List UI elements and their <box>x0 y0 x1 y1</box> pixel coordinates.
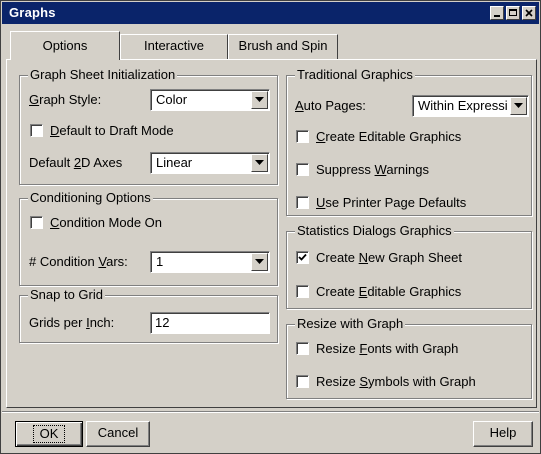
group-title: Resize with Graph <box>295 316 406 331</box>
trad-create-editable-label[interactable]: Create Editable Graphics <box>316 129 461 144</box>
condition-mode-label[interactable]: Condition Mode On <box>50 215 162 230</box>
window-title: Graphs <box>9 5 56 20</box>
tab-options-label: Options <box>42 38 88 53</box>
default-draft-checkbox[interactable] <box>30 124 43 137</box>
graph-style-value: Color <box>156 92 188 107</box>
resize-fonts-checkbox[interactable] <box>296 342 309 355</box>
minimize-icon <box>494 15 500 17</box>
grids-per-inch-label: Grids per Inch: <box>29 315 115 330</box>
close-icon <box>525 9 533 17</box>
printer-defaults-checkbox[interactable] <box>296 196 309 209</box>
group-title: Graph Sheet Initialization <box>28 67 178 82</box>
snap-to-grid-group: Snap to Grid Grids per Inch: 12 <box>19 287 278 343</box>
graphs-dialog: Graphs Options Interactive Brush and Spi… <box>0 0 541 454</box>
auto-pages-value: Within Expressi <box>418 98 508 113</box>
options-panel: Graph Sheet Initialization Graph Style: … <box>6 59 537 408</box>
tab-brush-and-spin[interactable]: Brush and Spin <box>228 34 338 59</box>
suppress-warnings-checkbox[interactable] <box>296 163 309 176</box>
new-graph-sheet-label[interactable]: Create New Graph Sheet <box>316 250 462 265</box>
stat-create-editable-checkbox[interactable] <box>296 285 309 298</box>
group-title: Traditional Graphics <box>295 67 415 82</box>
dropdown-button[interactable] <box>251 91 268 109</box>
printer-defaults-label[interactable]: Use Printer Page Defaults <box>316 195 466 210</box>
cancel-button[interactable]: Cancel <box>86 421 150 447</box>
traditional-graphics-group: Traditional Graphics Auto Pages: Within … <box>286 67 532 216</box>
help-button[interactable]: Help <box>473 421 533 447</box>
help-label: Help <box>489 425 517 440</box>
tab-brush-label: Brush and Spin <box>238 38 328 53</box>
default-2d-axes-label: Default 2D Axes <box>29 155 123 170</box>
tab-interactive-label: Interactive <box>144 38 204 53</box>
footer-divider <box>2 411 539 413</box>
new-graph-sheet-checkbox[interactable] <box>296 251 309 264</box>
tab-options[interactable]: Options <box>10 31 120 60</box>
dropdown-button[interactable] <box>251 253 268 271</box>
default-2d-axes-combo[interactable]: Linear <box>150 152 270 174</box>
chevron-down-icon <box>255 97 264 102</box>
title-bar[interactable]: Graphs <box>2 2 539 24</box>
grids-per-inch-input[interactable]: 12 <box>150 312 270 334</box>
maximize-button[interactable] <box>506 6 520 20</box>
conditioning-group: Conditioning Options Condition Mode On #… <box>19 190 278 286</box>
ok-label: OK <box>32 425 66 443</box>
dropdown-button[interactable] <box>251 154 268 172</box>
statistics-dialogs-group: Statistics Dialogs Graphics Create New G… <box>286 223 532 309</box>
auto-pages-label: Auto Pages: <box>295 98 366 113</box>
minimize-button[interactable] <box>490 6 504 20</box>
ok-button[interactable]: OK <box>15 421 83 447</box>
suppress-warnings-label[interactable]: Suppress Warnings <box>316 162 429 177</box>
dropdown-button[interactable] <box>510 97 527 115</box>
group-title: Conditioning Options <box>28 190 153 205</box>
condition-vars-combo[interactable]: 1 <box>150 251 270 273</box>
cancel-label: Cancel <box>97 425 139 440</box>
maximize-icon <box>509 9 517 16</box>
resize-with-graph-group: Resize with Graph Resize Fonts with Grap… <box>286 316 532 399</box>
condition-vars-value: 1 <box>156 254 164 269</box>
resize-fonts-label[interactable]: Resize Fonts with Graph <box>316 341 458 356</box>
default-2d-axes-value: Linear <box>156 155 193 170</box>
close-button[interactable] <box>522 6 536 20</box>
resize-symbols-checkbox[interactable] <box>296 375 309 388</box>
graph-style-label: Graph Style: <box>29 92 102 107</box>
trad-create-editable-checkbox[interactable] <box>296 130 309 143</box>
condition-vars-label: # Condition Vars: <box>29 254 128 269</box>
default-draft-label[interactable]: Default to Draft Mode <box>50 123 174 138</box>
graph-sheet-init-group: Graph Sheet Initialization Graph Style: … <box>19 67 278 185</box>
graph-style-combo[interactable]: Color <box>150 89 270 111</box>
check-icon <box>298 253 307 261</box>
condition-mode-checkbox[interactable] <box>30 216 43 229</box>
chevron-down-icon <box>255 259 264 264</box>
group-title: Statistics Dialogs Graphics <box>295 223 454 238</box>
chevron-down-icon <box>514 103 523 108</box>
stat-create-editable-label[interactable]: Create Editable Graphics <box>316 284 461 299</box>
group-title: Snap to Grid <box>28 287 105 302</box>
grids-per-inch-value: 12 <box>155 315 170 330</box>
chevron-down-icon <box>255 160 264 165</box>
tab-interactive[interactable]: Interactive <box>120 34 228 59</box>
resize-symbols-label[interactable]: Resize Symbols with Graph <box>316 374 476 389</box>
auto-pages-combo[interactable]: Within Expressi <box>412 95 529 117</box>
